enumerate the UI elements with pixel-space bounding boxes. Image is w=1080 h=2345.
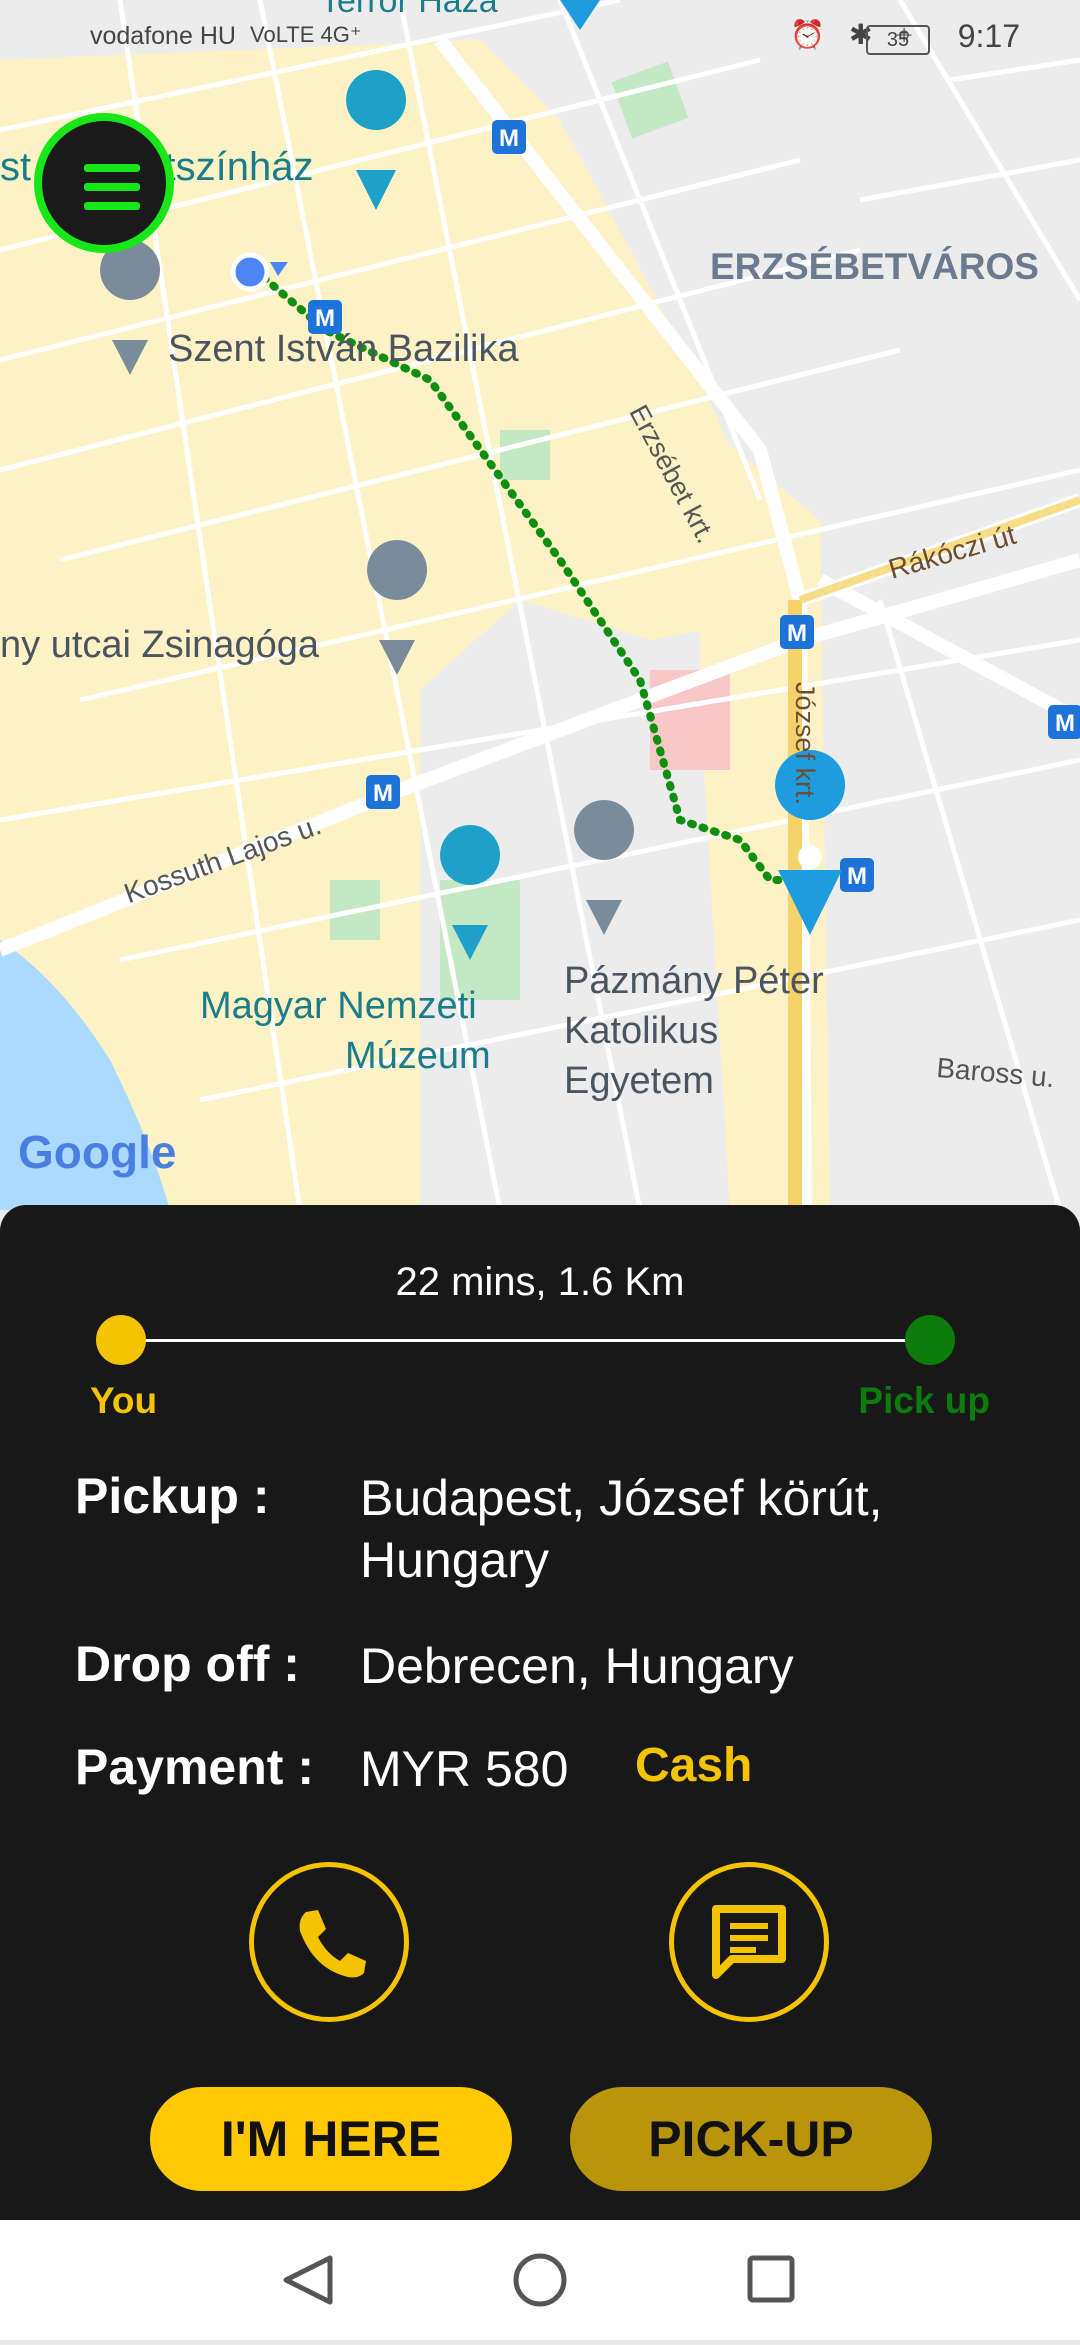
pickup-value: Budapest, József körút, Hungary [360,1470,883,1588]
dropoff-value: Debrecen, Hungary [360,1638,794,1694]
svg-text:M: M [787,620,807,647]
menu-icon-bar [84,183,140,191]
back-icon [283,2255,333,2305]
google-logo: Google [18,1126,177,1178]
system-nav-bar [0,2220,1080,2340]
map-label-pazmany-1: Pázmány Péter [564,960,824,1002]
phone-icon [299,1910,366,1978]
pickup-key: Pickup : [75,1468,270,1524]
pickup-label: Pick up [858,1380,990,1421]
battery-icon: 35 [866,25,930,55]
trip-eta: 22 mins, 1.6 Km [395,1260,685,1304]
svg-text:M: M [499,125,519,152]
nav-icons [283,2253,795,2307]
progress-track [120,1339,930,1342]
you-label: You [90,1380,158,1421]
map-label-muzeum-1: Magyar Nemzeti [200,985,477,1027]
clock: 9:17 [957,18,1020,54]
status-bar: vodafone HU VoLTE 4G⁺ ⏰ ✱ ⌖ 35 9:17 [0,0,1080,80]
svg-text:M: M [1055,710,1075,737]
menu-icon [84,164,140,172]
svg-text:M: M [847,863,867,890]
you-marker [96,1315,146,1365]
im-here-button[interactable]: I'M HERE [150,2087,512,2191]
map-label-jozsef-krt: József krt. [790,682,820,806]
hamburger-menu-button[interactable] [34,113,174,253]
map-view[interactable]: MMM MMM Terror Háza st Operettszínház ER… [0,0,1080,1210]
network-badges: VoLTE 4G⁺ [250,22,362,47]
chat-icon [712,1905,786,1979]
map-label-pazmany-3: Egyetem [564,1060,714,1102]
svg-text:M: M [373,780,393,807]
call-button[interactable] [249,1862,409,2022]
payment-method: Cash [635,1739,753,1792]
pickup-marker [905,1315,955,1365]
map-label-pazmany-2: Katolikus [564,1010,719,1052]
menu-icon-bar [84,202,140,210]
map-label-muzeum-2: Múzeum [345,1035,491,1077]
trip-panel: 22 mins, 1.6 Km You Pick up Pickup : Bud… [0,1205,1080,2220]
pick-up-button[interactable]: PICK-UP [570,2087,932,2191]
map-label-zsinagoga: ny utcai Zsinagóga [0,624,319,666]
carrier-name: vodafone HU [90,22,236,50]
payment-key: Payment : [75,1739,314,1795]
dropoff-key: Drop off : [75,1636,300,1692]
map-label-erzsebetvaros: ERZSÉBETVÁROS [710,246,1039,287]
message-button[interactable] [669,1862,829,2022]
home-icon [513,2253,567,2307]
recents-icon [747,2255,795,2303]
map-label-bazilika: Szent István Bazilika [168,328,519,370]
